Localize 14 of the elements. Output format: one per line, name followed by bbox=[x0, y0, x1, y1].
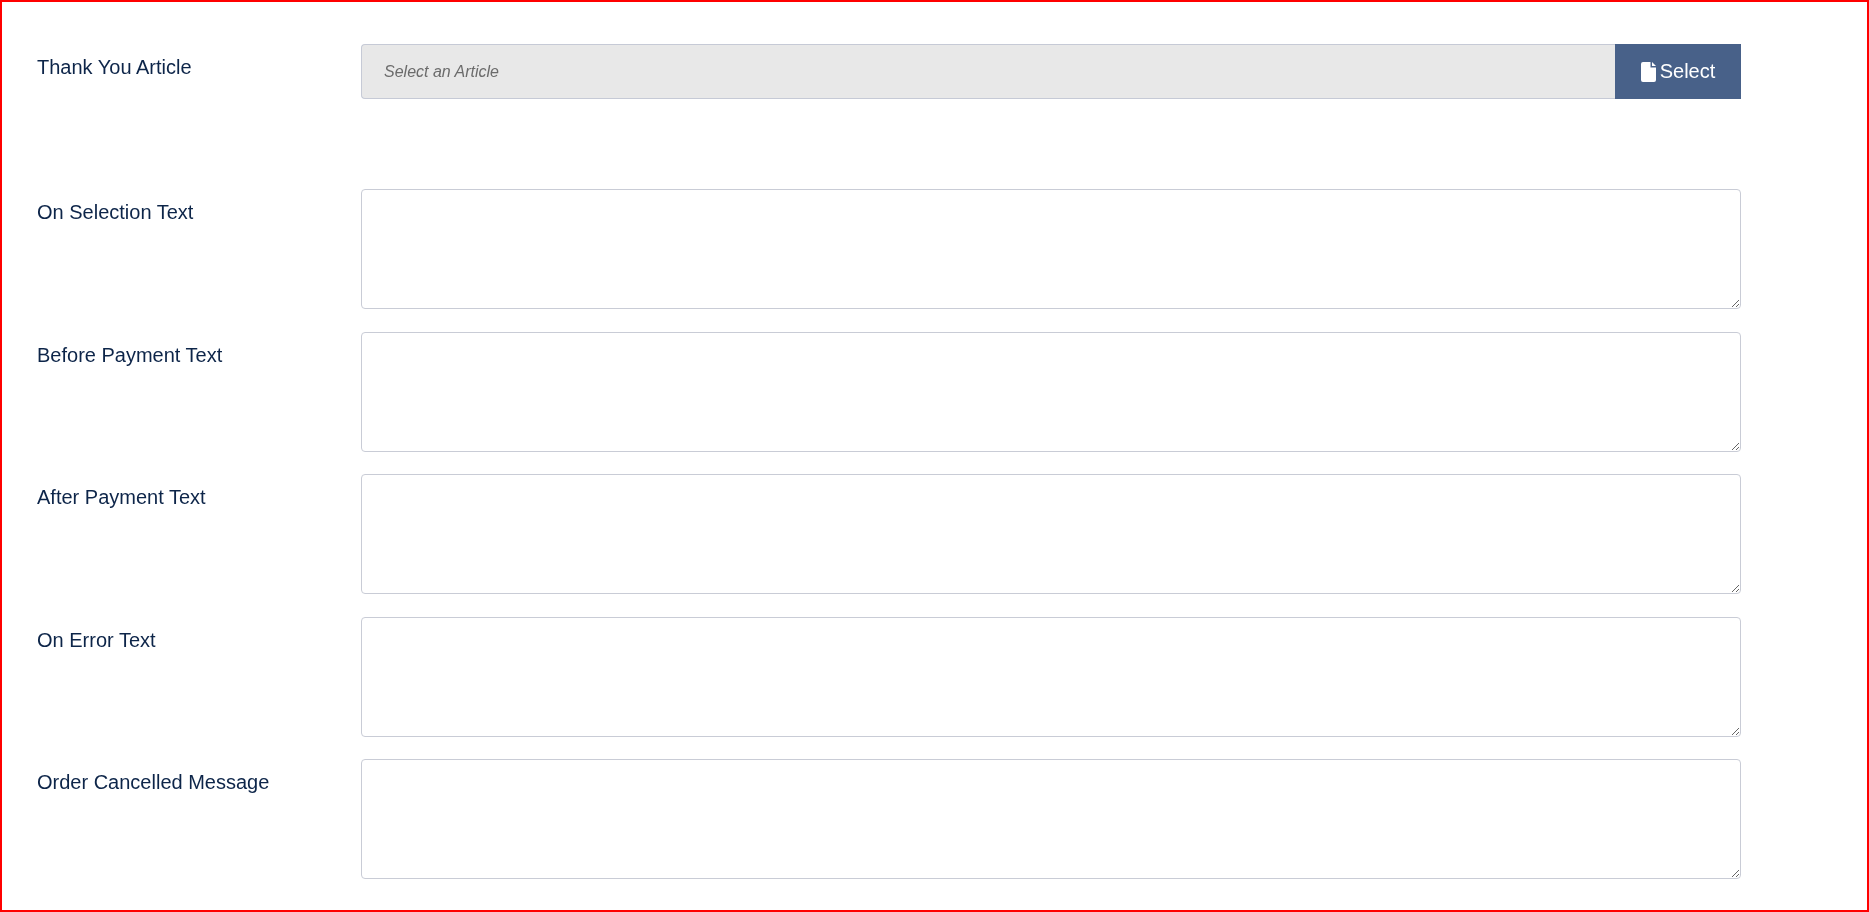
select-button[interactable]: Select bbox=[1615, 44, 1741, 99]
article-input-field[interactable]: Select an Article bbox=[361, 44, 1615, 99]
field-label: On Error Text bbox=[37, 627, 156, 652]
field-label: Before Payment Text bbox=[37, 342, 223, 367]
field-label: Order Cancelled Message bbox=[37, 770, 270, 794]
field-label: After Payment Text bbox=[37, 485, 206, 509]
text-area-field[interactable] bbox=[361, 616, 1741, 737]
field-label: Thank You Article bbox=[37, 55, 192, 79]
field-label: On Selection Text bbox=[37, 200, 194, 224]
text-area-field[interactable] bbox=[361, 474, 1741, 594]
file-icon bbox=[1640, 61, 1656, 82]
text-area-field[interactable] bbox=[361, 189, 1741, 309]
text-area-field[interactable] bbox=[361, 331, 1741, 452]
text-area-field[interactable] bbox=[361, 759, 1741, 879]
